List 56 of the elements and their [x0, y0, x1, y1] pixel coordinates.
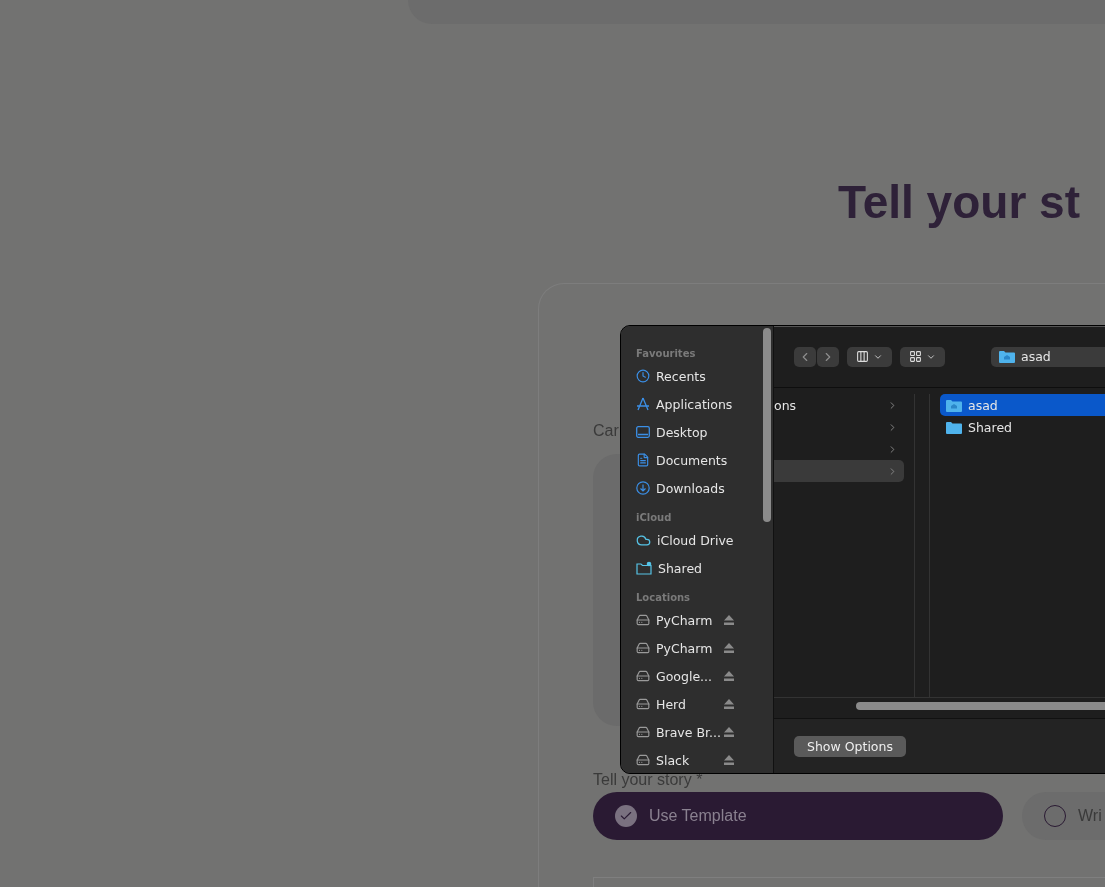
sidebar-item[interactable]: Slack: [656, 752, 690, 768]
page-title: Tell your st: [838, 175, 1081, 230]
sidebar-item[interactable]: Downloads: [656, 480, 725, 496]
shared-folder-icon: [636, 561, 652, 575]
sidebar-item[interactable]: iCloud Drive: [657, 532, 734, 548]
applications-icon: [636, 397, 650, 411]
drive-icon: [636, 641, 650, 655]
checked-radio-icon: [615, 805, 637, 827]
columns-icon: [856, 350, 869, 363]
scrollbar-thumb[interactable]: [763, 328, 771, 522]
show-options-button[interactable]: Show Options: [794, 735, 906, 757]
sidebar-item[interactable]: Shared: [658, 560, 702, 576]
eject-icon[interactable]: [723, 699, 735, 709]
row-label: ons: [774, 397, 797, 413]
home-folder-icon: [999, 350, 1015, 363]
sidebar-item[interactable]: Applications: [656, 396, 733, 412]
eject-icon[interactable]: [723, 727, 735, 737]
sidebar-item[interactable]: Recents: [656, 368, 706, 384]
sidebar-item[interactable]: Google...: [656, 668, 712, 684]
desktop-icon: [636, 426, 650, 438]
download-icon: [636, 481, 650, 495]
drive-icon: [636, 697, 650, 711]
home-folder-icon: [946, 398, 962, 412]
sidebar-item[interactable]: Herd: [656, 696, 686, 712]
folder-row[interactable]: asad: [940, 394, 1105, 416]
eject-icon[interactable]: [723, 671, 735, 681]
eject-icon[interactable]: [723, 755, 735, 765]
back-button[interactable]: [794, 346, 816, 367]
sidebar-item[interactable]: Desktop: [656, 424, 708, 440]
scrollbar-thumb[interactable]: [856, 702, 1105, 710]
browser-row[interactable]: ons: [774, 394, 904, 416]
sidebar-item[interactable]: Documents: [656, 452, 728, 468]
document-icon: [636, 453, 650, 467]
folder-row[interactable]: Shared: [940, 416, 1105, 438]
sidebar-heading: Locations: [635, 591, 692, 605]
folder-icon: [946, 420, 962, 434]
drive-icon: [636, 753, 650, 767]
story-option[interactable]: Use Template: [593, 792, 1003, 840]
sidebar-item[interactable]: Brave Br...: [656, 724, 721, 740]
sidebar-heading: Favourites: [635, 347, 697, 361]
eject-icon[interactable]: [723, 615, 735, 625]
forward-button[interactable]: [817, 346, 839, 367]
cloud-icon: [636, 532, 651, 548]
clock-icon: [636, 369, 650, 383]
path-dropdown[interactable]: asad: [991, 346, 1105, 367]
drive-icon: [636, 725, 650, 739]
drive-icon: [636, 613, 650, 627]
eject-icon[interactable]: [723, 643, 735, 653]
sidebar-heading: iCloud: [635, 511, 673, 525]
sidebar-item[interactable]: PyCharm: [656, 612, 713, 628]
field-label: Car: [593, 422, 619, 440]
drive-icon: [636, 669, 650, 683]
grid-view-button[interactable]: [900, 346, 945, 367]
sidebar-item[interactable]: PyCharm: [656, 640, 713, 656]
grid-icon: [909, 350, 922, 363]
column-view-button[interactable]: [847, 346, 892, 367]
